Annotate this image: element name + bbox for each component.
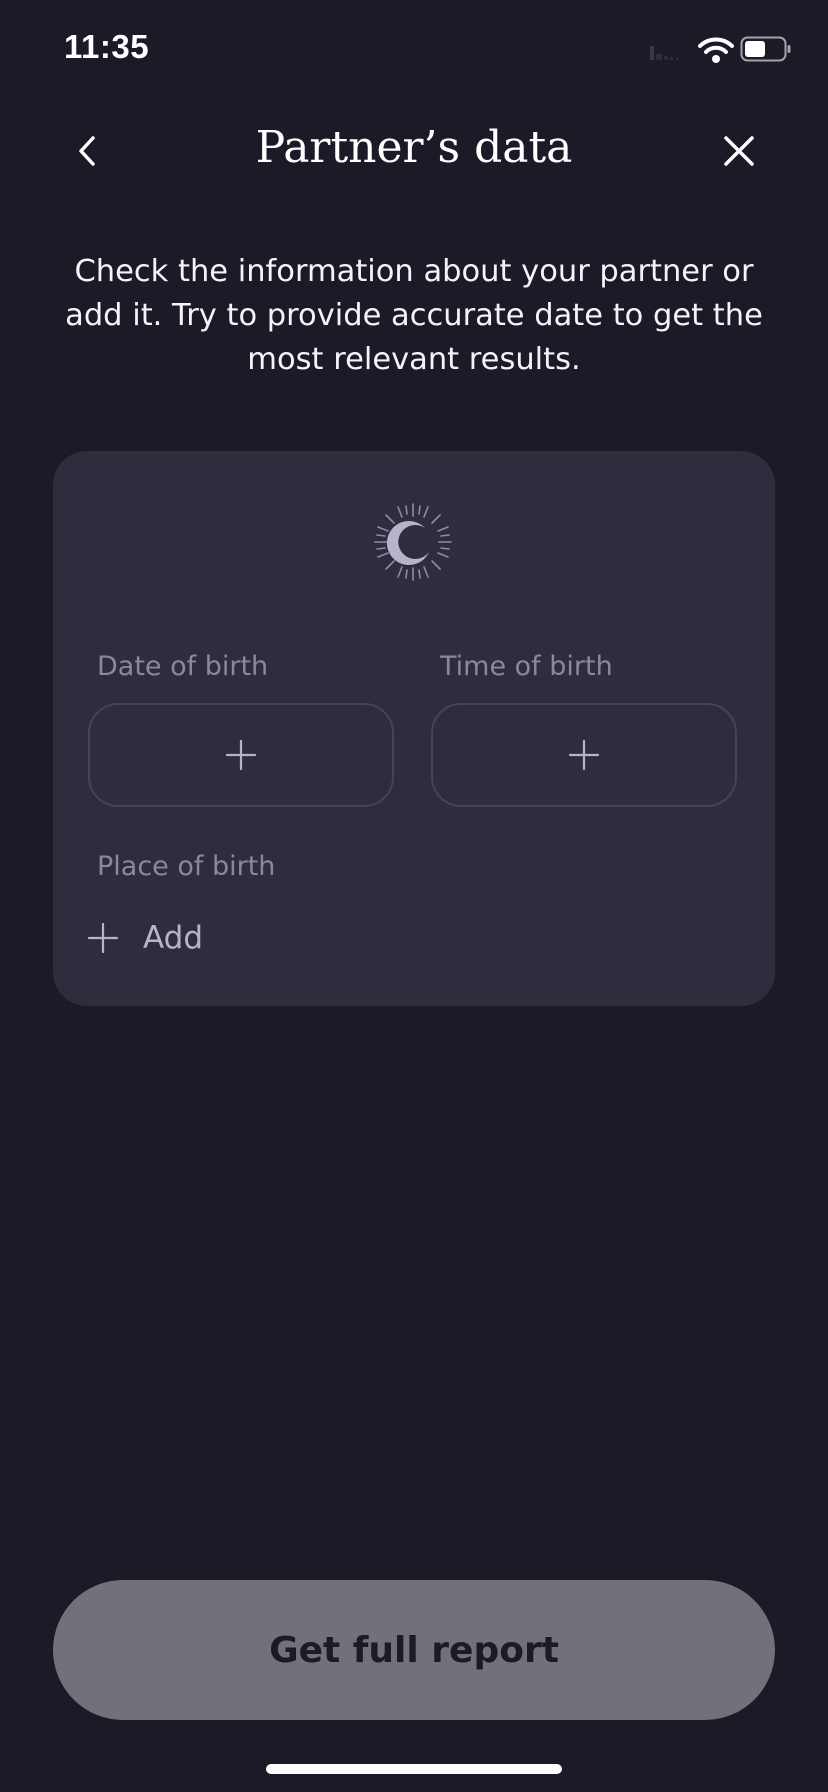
place-of-birth-label: Place of birth — [97, 851, 276, 882]
signal-icon — [650, 46, 679, 60]
nav-bar: Partner’s data — [0, 110, 828, 190]
partner-data-card: Date of birth Time of birth Place of bir… — [53, 451, 775, 1006]
page-title: Partner’s data — [255, 122, 573, 173]
plus-icon — [87, 922, 119, 954]
time-of-birth-label: Time of birth — [440, 651, 613, 682]
status-time: 11:35 — [64, 28, 150, 65]
moon-icon — [374, 503, 452, 581]
description-text: Check the information about your partner… — [65, 254, 763, 377]
add-place-label: Add — [143, 920, 204, 956]
close-icon — [724, 136, 754, 166]
status-bar: 11:35 — [0, 0, 828, 100]
add-date-of-birth-button[interactable] — [88, 703, 394, 807]
close-button[interactable] — [712, 124, 766, 178]
get-full-report-button[interactable]: Get full report — [53, 1580, 775, 1720]
battery-icon — [740, 36, 791, 62]
add-place-of-birth-button[interactable]: Add — [87, 913, 203, 963]
plus-icon — [225, 739, 257, 771]
home-indicator — [266, 1764, 562, 1774]
wifi-icon — [698, 37, 734, 63]
get-full-report-label: Get full report — [269, 1629, 559, 1671]
date-of-birth-label: Date of birth — [97, 651, 269, 682]
add-time-of-birth-button[interactable] — [431, 703, 737, 807]
plus-icon — [568, 739, 600, 771]
